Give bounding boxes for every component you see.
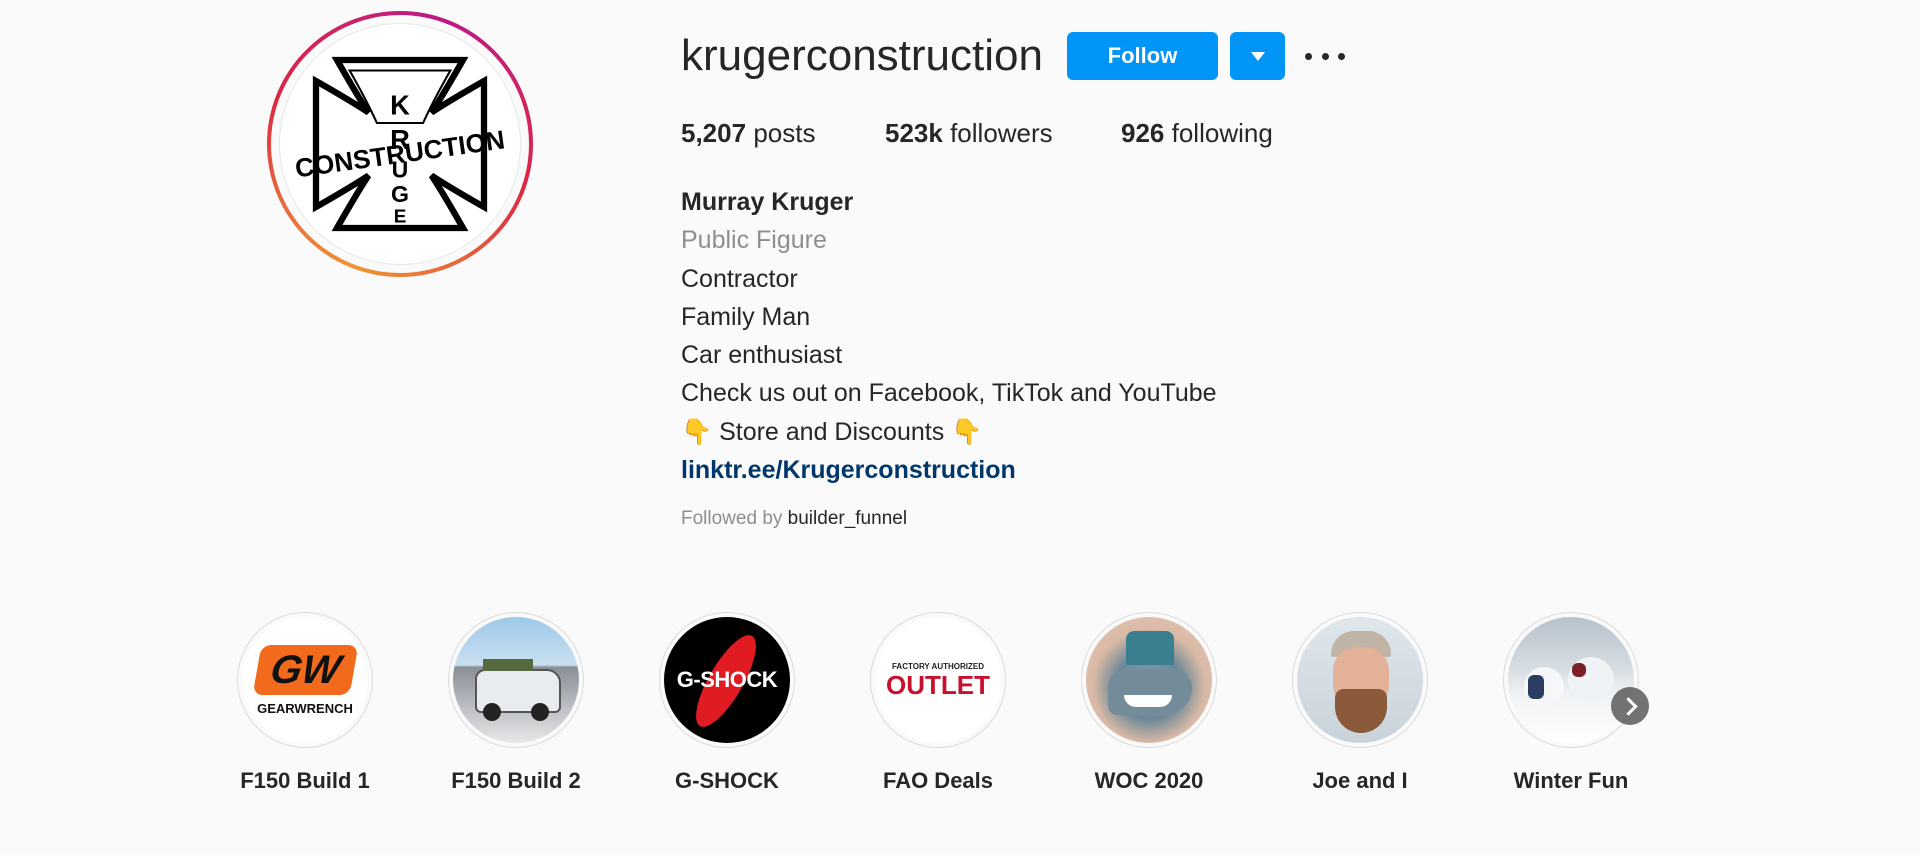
caret-down-icon	[1250, 51, 1265, 61]
bio-line: Contractor	[681, 264, 798, 293]
bio-line: 👇 Store and Discounts 👇	[681, 417, 983, 446]
more-options-button[interactable]	[1305, 42, 1345, 70]
factory-outlet-logo: FACTORY AUTHORIZED OUTLET	[875, 617, 1001, 743]
bio-link[interactable]: linktr.ee/Krugerconstruction	[681, 451, 1217, 489]
chevron-right-icon	[1618, 696, 1638, 716]
follow-button[interactable]: Follow	[1067, 32, 1218, 80]
highlight-label: G-SHOCK	[675, 768, 779, 793]
followers-link[interactable]: 523k followers	[885, 118, 1053, 149]
kruger-cross-logo: K R U G E CONSTRUCTION	[295, 56, 505, 232]
svg-text:E: E	[394, 207, 407, 228]
highlight-label: F150 Build 1	[240, 768, 370, 793]
full-name: Murray Kruger	[681, 188, 854, 216]
highlight-item[interactable]: GW GEARWRENCH F150 Build 1	[235, 612, 375, 794]
followed-by-user[interactable]: builder_funnel	[788, 508, 907, 529]
highlight-item[interactable]: Joe and I	[1290, 612, 1430, 794]
bio-line: Check us out on Facebook, TikTok and You…	[681, 379, 1217, 408]
category-label: Public Figure	[681, 226, 827, 255]
suggested-accounts-dropdown-button[interactable]	[1230, 32, 1285, 80]
avatar-gap: K R U G E CONSTRUCTION	[271, 15, 529, 273]
more-dots-icon	[1305, 52, 1312, 60]
svg-text:G: G	[391, 181, 409, 207]
highlight-item[interactable]: G-SHOCK G-SHOCK	[657, 612, 797, 794]
profile-bio: Murray Kruger Public Figure Contractor F…	[681, 183, 1217, 489]
person-selfie-photo	[1297, 617, 1423, 743]
gearwrench-logo: GW GEARWRENCH	[242, 617, 368, 743]
following-link[interactable]: 926 following	[1121, 118, 1273, 149]
gshock-logo: G-SHOCK	[664, 617, 790, 743]
highlight-item[interactable]: FACTORY AUTHORIZED OUTLET FAO Deals	[868, 612, 1008, 794]
highlight-label: Winter Fun	[1513, 768, 1629, 793]
profile-username: krugerconstruction	[681, 31, 1043, 80]
highlight-label: F150 Build 2	[451, 768, 581, 793]
bio-line: Car enthusiast	[681, 341, 843, 370]
avatar[interactable]: K R U G E CONSTRUCTION	[279, 23, 521, 265]
bio-line: Family Man	[681, 302, 811, 331]
highlight-label: FAO Deals	[882, 768, 994, 793]
shark-tattoo-photo	[1086, 617, 1212, 743]
followed-by[interactable]: Followed by builder_funnel	[681, 508, 907, 530]
highlights-next-button[interactable]	[1611, 687, 1649, 725]
posts-count: 5,207 posts	[681, 118, 816, 148]
highlight-label: Joe and I	[1312, 768, 1408, 793]
highlight-label: WOC 2020	[1094, 768, 1204, 793]
logo-text-k: K	[390, 90, 410, 121]
snow-photo-thumbnail	[1508, 617, 1634, 743]
profile-avatar-ring[interactable]: K R U G E CONSTRUCTION	[267, 11, 533, 277]
highlight-item[interactable]: F150 Build 2	[446, 612, 586, 794]
truck-photo-thumbnail	[453, 617, 579, 743]
highlight-item[interactable]: WOC 2020	[1079, 612, 1219, 794]
